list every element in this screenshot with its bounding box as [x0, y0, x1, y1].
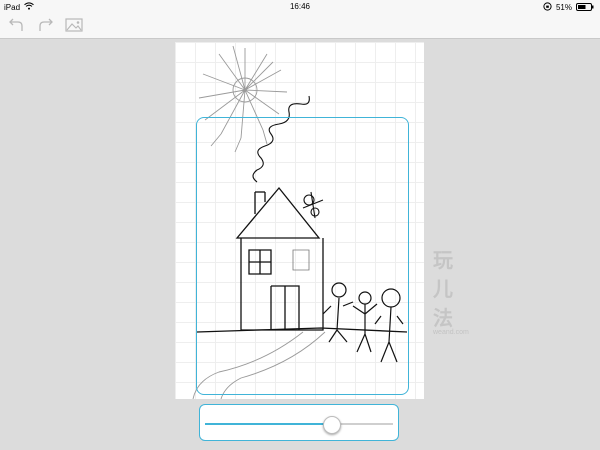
undo-button[interactable] — [7, 16, 27, 34]
watermark-text: 玩儿法 — [433, 250, 454, 330]
battery-icon — [576, 2, 594, 13]
undo-icon — [9, 18, 23, 31]
slider-fill — [205, 423, 331, 425]
slider-thumb[interactable] — [322, 416, 341, 434]
redo-icon — [39, 18, 53, 31]
battery-percent: 51% — [555, 3, 572, 12]
toolbar — [0, 13, 600, 39]
status-bar: iPad 16:46 51% — [0, 0, 600, 13]
image-button[interactable] — [64, 16, 84, 34]
watermark-url: weand.com — [433, 329, 469, 336]
crop-frame[interactable] — [196, 117, 409, 395]
image-icon — [65, 18, 83, 32]
slider-track[interactable] — [205, 416, 393, 434]
status-right: 51% — [543, 2, 594, 13]
status-time: 16:46 — [289, 2, 311, 11]
watermark: 玩儿法 weand.com — [433, 244, 469, 336]
redo-button[interactable] — [35, 16, 55, 34]
size-slider-panel — [199, 404, 399, 441]
lock-rotation-icon — [543, 2, 552, 13]
